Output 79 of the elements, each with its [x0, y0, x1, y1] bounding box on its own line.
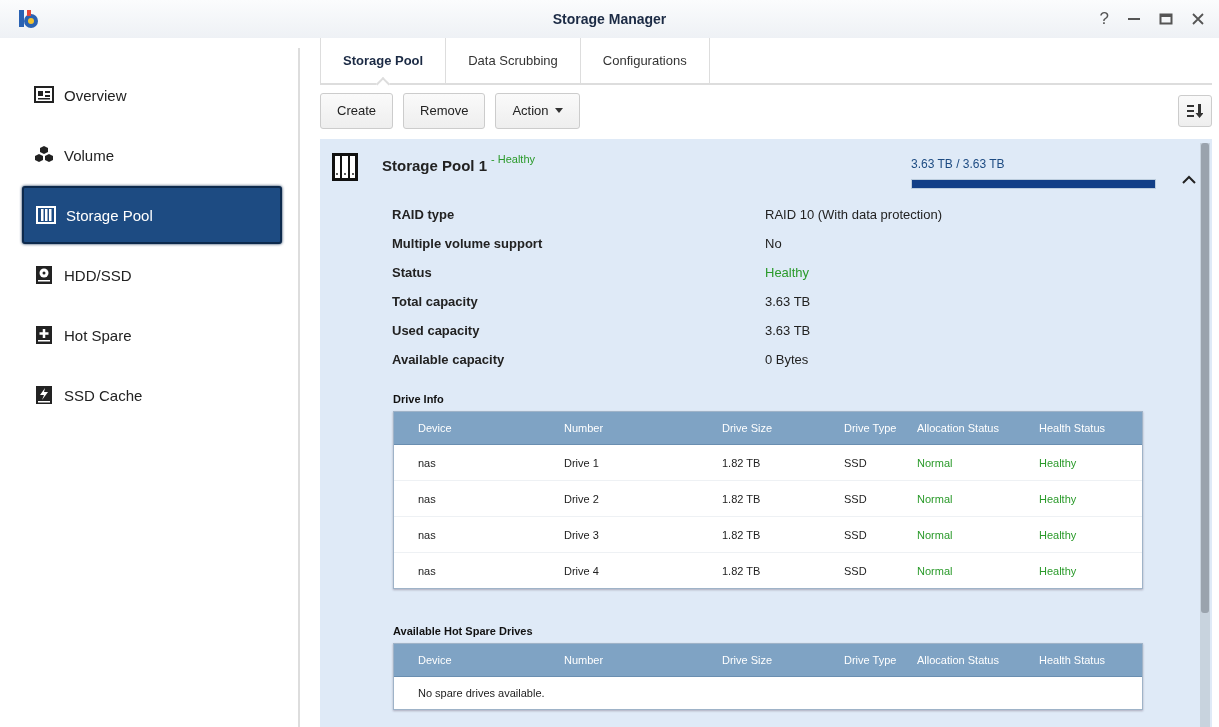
table-cell-text: Normal — [917, 564, 954, 577]
table-cell-text: Normal — [917, 456, 954, 469]
section-title: Available Hot Spare Drives — [393, 625, 534, 637]
table-cell-text: Healthy — [1039, 528, 1078, 541]
action-menu-button[interactable]: Action — [495, 92, 580, 129]
column-header: Device — [418, 654, 453, 666]
table-cell-text: Drive 3 — [564, 528, 600, 541]
table-cell-text: Drive 1 — [564, 456, 600, 469]
detail-label: Status — [392, 265, 433, 281]
detail-label: Total capacity — [392, 294, 479, 310]
tab[interactable]: Configurations — [580, 38, 710, 83]
column-header: Drive Size — [722, 654, 774, 666]
detail-value: No — [765, 236, 783, 252]
table-cell-text: SSD — [844, 564, 868, 577]
detail-value: Healthy — [765, 265, 811, 281]
table-cell-text: 1.82 TB — [722, 456, 762, 469]
table-cell-text: 1.82 TB — [722, 528, 762, 541]
table-cell-text: SSD — [844, 528, 868, 541]
table-cell-text: Drive 2 — [564, 492, 600, 505]
table-cell-text: nas — [418, 456, 437, 469]
table-cell-text: 1.82 TB — [722, 564, 762, 577]
detail-label: RAID type — [392, 207, 456, 223]
capacity-text: 3.63 TB / 3.63 TB — [911, 157, 1006, 171]
column-header: Health Status — [1039, 422, 1107, 434]
table-cell-text: Healthy — [1039, 456, 1078, 469]
detail-value: 3.63 TB — [765, 323, 812, 339]
detail-value: RAID 10 (With data protection) — [765, 207, 944, 223]
sidebar-item[interactable]: Overview — [22, 66, 282, 124]
detail-value: 0 Bytes — [765, 352, 810, 368]
column-header: Drive Size — [722, 422, 774, 434]
table-cell-text: Drive 4 — [564, 564, 600, 577]
pool-name: Storage Pool 1 — [382, 157, 488, 174]
toolbar-button[interactable]: Remove — [403, 92, 486, 129]
sidebar-item[interactable]: SSD Cache — [22, 366, 282, 424]
sidebar-item[interactable]: Hot Spare — [22, 306, 282, 364]
column-header: Number — [564, 422, 605, 434]
detail-label: Multiple volume support — [392, 236, 544, 252]
sidebar-item[interactable]: Volume — [22, 126, 282, 184]
column-header: Allocation Status — [917, 654, 1000, 666]
app-logo — [18, 9, 40, 29]
table-cell-text: Healthy — [1039, 492, 1078, 505]
cubes-icon — [34, 145, 54, 165]
table-cell-text: nas — [418, 564, 437, 577]
pool-status: - Healthy — [491, 153, 536, 165]
caret-icon — [554, 108, 563, 113]
help-button[interactable]: ? — [1099, 9, 1109, 29]
drive-bays-icon — [36, 205, 56, 225]
drive-bays-icon — [332, 153, 358, 181]
id-card-icon — [34, 85, 54, 105]
column-header: Drive Type — [844, 422, 898, 434]
column-header: Allocation Status — [917, 422, 1000, 434]
column-header: Number — [564, 654, 605, 666]
window-title: Storage Manager — [552, 11, 667, 27]
table-cell-text: Normal — [917, 528, 954, 541]
sidebar-item[interactable]: Storage Pool — [22, 186, 282, 244]
table-cell-text: nas — [418, 492, 437, 505]
empty-message: No spare drives available. — [418, 687, 545, 699]
toolbar-button[interactable]: Create — [320, 92, 394, 129]
sort-button[interactable] — [1178, 94, 1212, 127]
detail-value: 3.63 TB — [765, 294, 812, 310]
table-cell-text: Normal — [917, 492, 954, 505]
scrollbar[interactable] — [1200, 143, 1210, 727]
column-header: Health Status — [1039, 654, 1107, 666]
column-header: Device — [418, 422, 453, 434]
sidebar-item[interactable]: HDD/SSD — [22, 246, 282, 304]
detail-label: Used capacity — [392, 323, 481, 339]
section-title: Drive Info — [393, 393, 445, 405]
sort-icon — [1187, 103, 1203, 118]
table-cell-text: 1.82 TB — [722, 492, 762, 505]
close-icon[interactable] — [1191, 12, 1205, 26]
column-header: Drive Type — [844, 654, 898, 666]
table-cell-text: SSD — [844, 456, 868, 469]
detail-label: Available capacity — [392, 352, 506, 368]
table-cell-text: Healthy — [1039, 564, 1078, 577]
maximize-icon[interactable] — [1159, 12, 1173, 26]
tab[interactable]: Data Scrubbing — [446, 38, 581, 83]
table-cell-text: nas — [418, 528, 437, 541]
table-cell-text: SSD — [844, 492, 868, 505]
chevron-up-icon[interactable] — [1182, 175, 1196, 184]
